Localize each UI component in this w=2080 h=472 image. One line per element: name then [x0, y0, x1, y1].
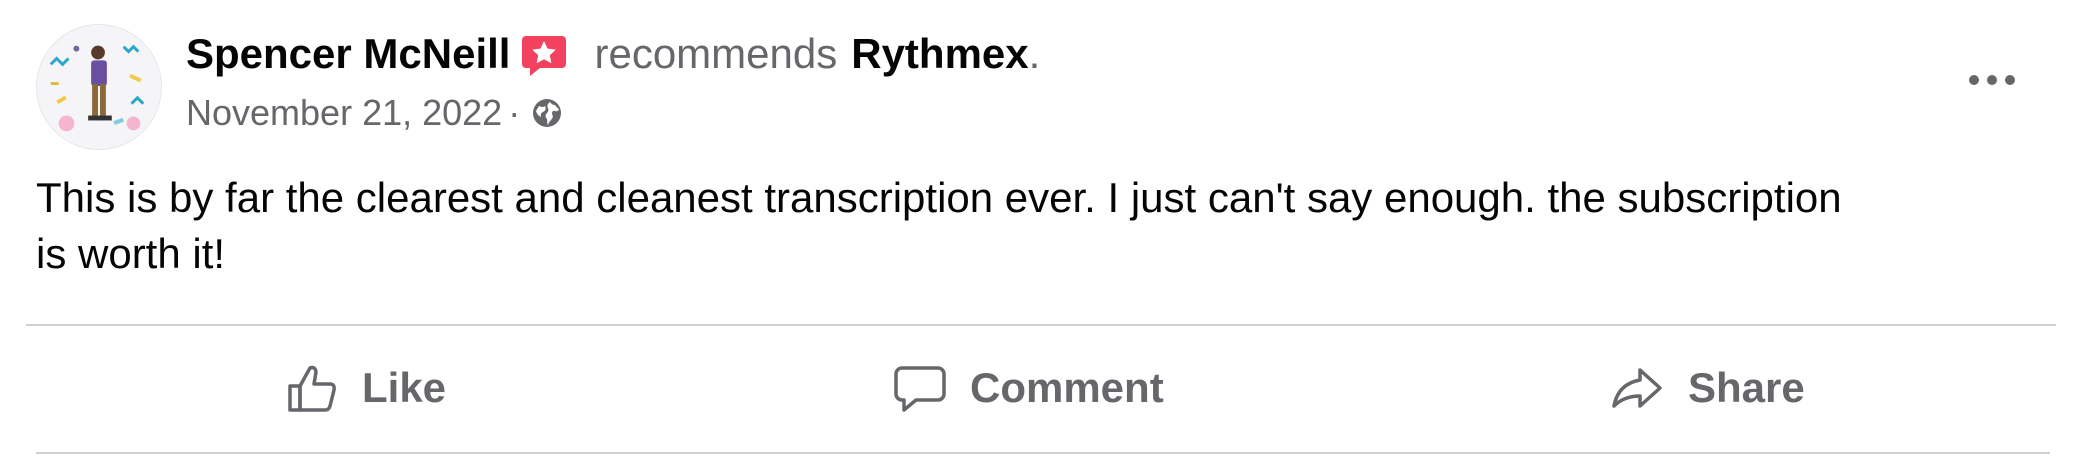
author-name[interactable]: Spencer McNeill: [186, 30, 510, 78]
like-label: Like: [362, 364, 447, 411]
author-avatar[interactable]: [36, 24, 162, 150]
comment-bubble-icon: [892, 360, 948, 416]
post-body-text: This is by far the clearest and cleanest…: [36, 174, 1842, 277]
share-label: Share: [1688, 364, 1805, 411]
recommendation-star-icon: [520, 32, 568, 80]
divider: [36, 452, 2050, 454]
sentence-period: .: [1028, 30, 1041, 77]
thumbs-up-icon: [284, 360, 340, 416]
more-options-icon: [1969, 75, 2015, 85]
recommended-page-link[interactable]: Rythmex: [851, 30, 1028, 78]
post-timestamp[interactable]: November 21, 2022: [186, 92, 502, 134]
share-button[interactable]: Share: [1610, 330, 1805, 446]
globe-icon[interactable]: [530, 96, 564, 130]
post-meta: November 21, 2022 ·: [186, 88, 564, 138]
post-card: Spencer McNeill recommends Rythmex. Nove…: [0, 0, 2080, 472]
post-header-line: Spencer McNeill recommends Rythmex.: [186, 24, 1040, 84]
comment-label: Comment: [970, 364, 1164, 411]
meta-separator: ·: [508, 92, 521, 133]
post-action-bar: Like Comment Share: [26, 330, 2056, 446]
comment-button[interactable]: Comment: [892, 330, 1164, 446]
like-button[interactable]: Like: [284, 330, 446, 446]
recommends-label: recommends: [594, 30, 838, 77]
divider: [26, 324, 2056, 326]
share-arrow-icon: [1610, 360, 1666, 416]
more-options-button[interactable]: [1960, 60, 2024, 100]
avatar-image: [37, 25, 161, 149]
